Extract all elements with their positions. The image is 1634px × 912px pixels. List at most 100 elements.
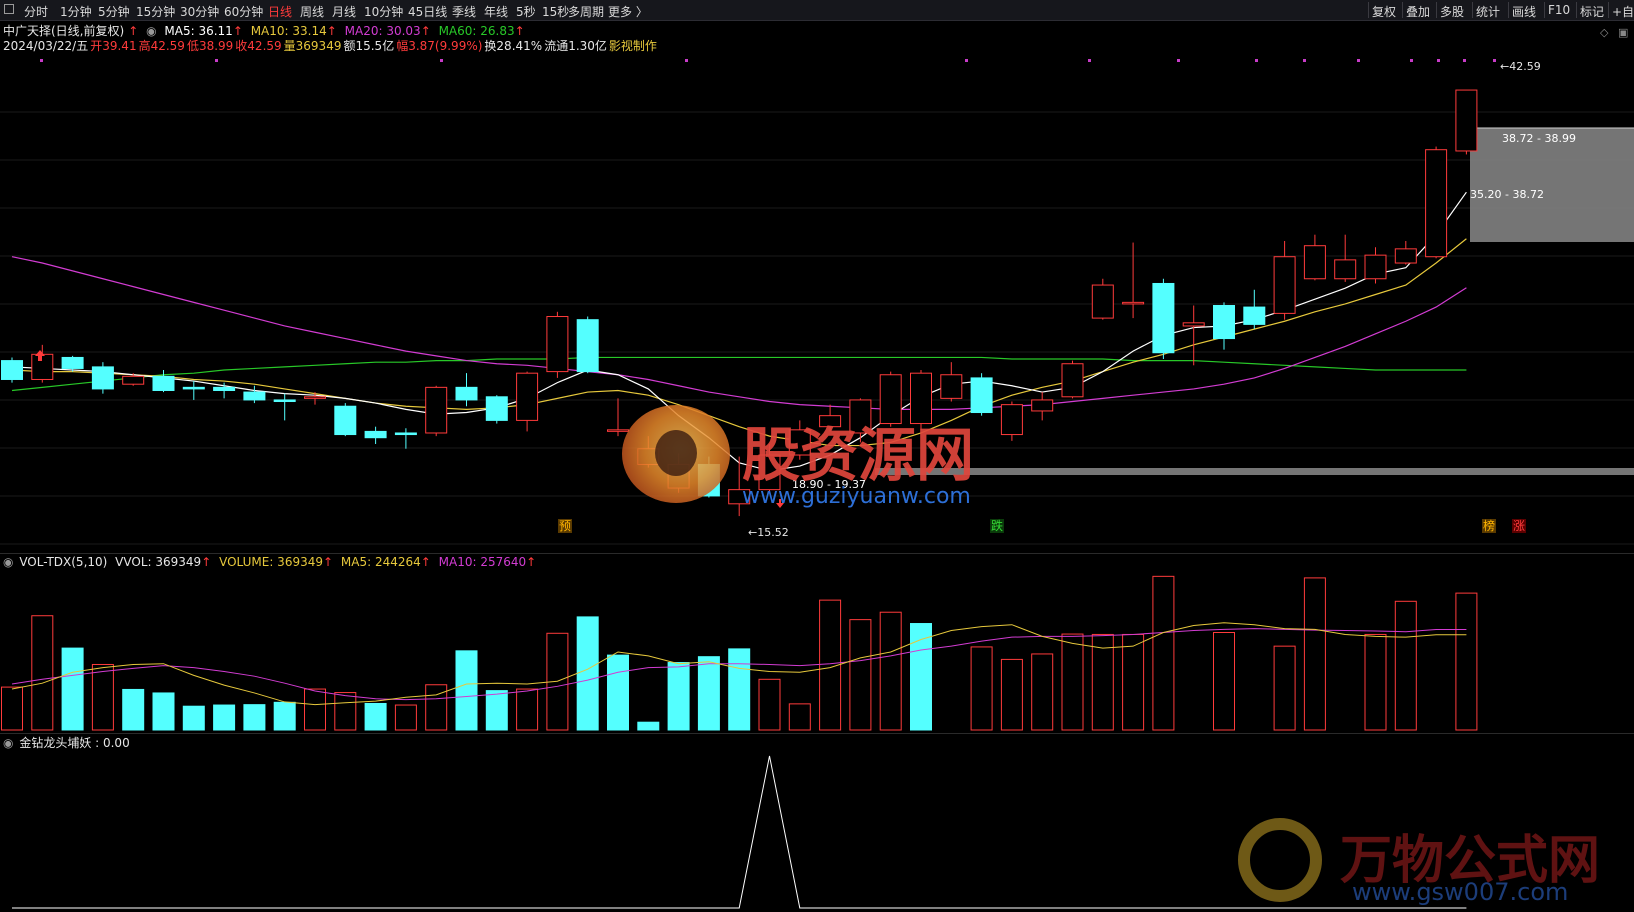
candle-body[interactable] [1152, 282, 1175, 354]
diamond-icon[interactable]: ◇ [1600, 26, 1608, 39]
volume-bar[interactable] [182, 705, 205, 731]
period-tab[interactable]: 15秒 [542, 3, 569, 20]
candle-body[interactable] [1122, 301, 1145, 305]
volume-bar[interactable] [1394, 600, 1417, 731]
settings-circle-icon[interactable]: ◉ [146, 24, 156, 38]
candle-body[interactable] [1091, 284, 1114, 319]
period-tab[interactable]: 分时 [24, 3, 48, 20]
toolbar-button[interactable]: 叠加 [1406, 3, 1430, 20]
volume-bar[interactable] [637, 721, 660, 731]
volume-bar[interactable] [1303, 577, 1326, 731]
candle-body[interactable] [1364, 254, 1387, 280]
volume-bar[interactable] [152, 692, 175, 731]
volume-bar[interactable] [1273, 645, 1296, 731]
volume-bar[interactable] [61, 647, 84, 731]
volume-bar[interactable] [1, 686, 23, 731]
volume-bar[interactable] [1061, 633, 1084, 731]
volume-bar[interactable] [243, 704, 266, 731]
volume-bar[interactable] [788, 703, 811, 731]
candle-body[interactable] [213, 386, 236, 391]
candle-body[interactable] [1213, 305, 1235, 340]
volume-bar[interactable] [1000, 658, 1023, 731]
candle-body[interactable] [485, 396, 508, 421]
volume-bar[interactable] [516, 688, 539, 731]
period-tab[interactable]: 多周期 [568, 3, 604, 20]
toolbar-button[interactable]: 统计 [1476, 3, 1500, 20]
volume-bar[interactable] [576, 616, 599, 731]
candle-body[interactable] [122, 375, 145, 385]
period-tab[interactable]: 45日线 [408, 3, 447, 20]
panel-settings-icon[interactable]: ▣ [1618, 26, 1628, 39]
candle-body[interactable] [304, 396, 326, 399]
candle-body[interactable] [1303, 245, 1326, 280]
period-tab[interactable]: 季线 [452, 3, 476, 20]
period-tab[interactable]: 1分钟 [60, 3, 92, 20]
volume-bar[interactable] [31, 615, 54, 731]
volume-bar[interactable] [728, 648, 751, 731]
candle-body[interactable] [61, 356, 84, 369]
volume-bar[interactable] [304, 688, 326, 731]
candle-body[interactable] [1273, 256, 1296, 314]
candle-body[interactable] [152, 375, 175, 391]
period-tab[interactable]: 30分钟 [180, 3, 219, 20]
toolbar-button[interactable]: 复权 [1372, 3, 1396, 20]
period-tab[interactable]: 更多 〉 [608, 3, 648, 20]
toolbar-button[interactable]: F10 [1548, 3, 1570, 17]
candle-body[interactable] [425, 386, 448, 434]
volume-bar[interactable] [1091, 633, 1114, 731]
period-tab[interactable]: 5分钟 [98, 3, 130, 20]
candle-body[interactable] [91, 366, 114, 390]
period-tab[interactable]: 15分钟 [136, 3, 175, 20]
toolbar-button[interactable]: 多股 [1440, 3, 1464, 20]
candle-body[interactable] [1000, 404, 1023, 436]
volume-bar[interactable] [1455, 592, 1478, 731]
period-tab[interactable]: 月线 [332, 3, 356, 20]
volume-bar[interactable] [879, 611, 902, 731]
volume-bar[interactable] [485, 690, 508, 731]
volume-bar[interactable] [1031, 653, 1054, 731]
candle-body[interactable] [970, 377, 993, 414]
volume-bar[interactable] [697, 656, 720, 731]
toolbar-button[interactable]: 画线 [1512, 3, 1536, 20]
period-tab[interactable]: 日线 [268, 3, 292, 20]
candle-body[interactable] [394, 432, 417, 436]
volume-chart[interactable] [0, 572, 1634, 732]
volume-bar[interactable] [970, 646, 993, 731]
toolbar-button[interactable]: 标记 [1580, 3, 1604, 20]
volume-bar[interactable] [758, 678, 781, 731]
candle-body[interactable] [546, 316, 569, 373]
volume-bar[interactable] [1152, 575, 1175, 731]
volume-bar[interactable] [122, 688, 145, 731]
candle-body[interactable] [576, 319, 599, 373]
volume-toggle-icon[interactable]: ◉ [3, 555, 13, 569]
candle-body[interactable] [273, 399, 296, 403]
volume-bar[interactable] [1364, 633, 1387, 731]
candle-body[interactable] [1243, 306, 1266, 325]
candle-body[interactable] [1425, 149, 1448, 258]
candle-body[interactable] [1182, 322, 1205, 327]
candle-body[interactable] [1, 360, 23, 380]
period-tab[interactable]: 年线 [484, 3, 508, 20]
volume-bar[interactable] [1122, 633, 1145, 731]
candle-body[interactable] [516, 372, 539, 421]
menu-square-icon[interactable] [4, 4, 14, 14]
toolbar-button[interactable]: +自 [1612, 3, 1634, 20]
volume-bar[interactable] [849, 619, 872, 731]
volume-bar[interactable] [455, 650, 478, 731]
indicator-toggle-icon[interactable]: ◉ [3, 736, 13, 750]
period-tab[interactable]: 周线 [300, 3, 324, 20]
volume-bar[interactable] [91, 663, 114, 731]
candle-body[interactable] [364, 430, 387, 439]
volume-bar[interactable] [607, 654, 629, 731]
period-tab[interactable]: 5秒 [516, 3, 536, 20]
candle-body[interactable] [1031, 399, 1054, 412]
candle-body[interactable] [1394, 248, 1417, 264]
candle-body[interactable] [182, 386, 205, 390]
candle-body[interactable] [455, 386, 478, 401]
volume-bar[interactable] [364, 702, 387, 731]
period-tab[interactable]: 10分钟 [364, 3, 403, 20]
volume-bar[interactable] [1213, 632, 1235, 731]
candle-body[interactable] [940, 374, 963, 399]
volume-bar[interactable] [213, 704, 236, 731]
candle-body[interactable] [334, 405, 357, 436]
